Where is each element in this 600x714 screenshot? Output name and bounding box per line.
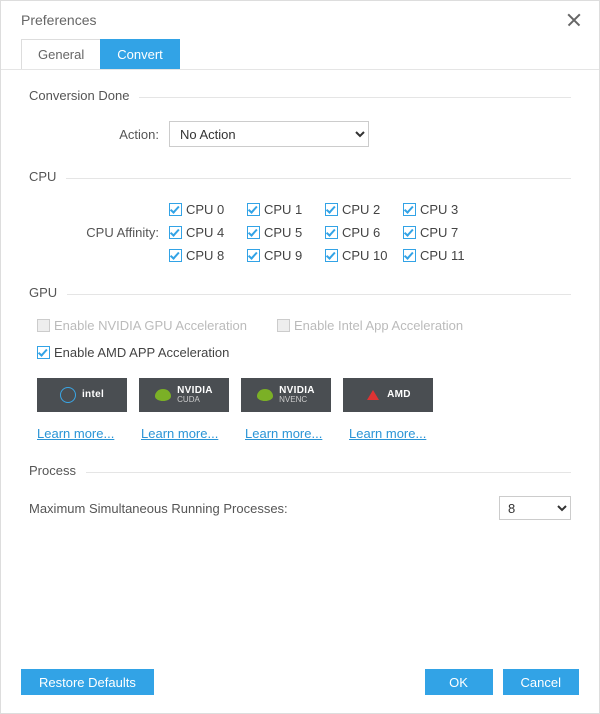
action-label: Action:: [29, 127, 159, 142]
cpu-checkbox-10[interactable]: CPU 10: [325, 248, 403, 263]
footer: Restore Defaults OK Cancel: [1, 657, 599, 713]
close-icon[interactable]: [565, 11, 583, 29]
tab-general[interactable]: General: [21, 39, 101, 69]
divider: [67, 294, 571, 295]
nvidia-accel-checkbox: Enable NVIDIA GPU Acceleration: [37, 318, 247, 333]
check-icon: [169, 226, 182, 239]
badge-intel: intel: [37, 378, 127, 412]
check-icon: [37, 346, 50, 359]
titlebar: Preferences: [1, 1, 599, 39]
check-icon: [403, 249, 416, 262]
cpu-checkbox-0[interactable]: CPU 0: [169, 202, 247, 217]
divider: [86, 472, 571, 473]
cpu-checkbox-9[interactable]: CPU 9: [247, 248, 325, 263]
cpu-checkbox-7[interactable]: CPU 7: [403, 225, 481, 240]
cancel-button[interactable]: Cancel: [503, 669, 579, 695]
divider: [66, 178, 571, 179]
cpu-checkbox-3[interactable]: CPU 3: [403, 202, 481, 217]
check-icon: [247, 203, 260, 216]
amd-accel-checkbox[interactable]: Enable AMD APP Acceleration: [37, 345, 571, 360]
section-title-gpu: GPU: [29, 285, 57, 300]
cpu-checkbox-6[interactable]: CPU 6: [325, 225, 403, 240]
learn-more-nvenc[interactable]: Learn more...: [245, 426, 335, 441]
check-icon: [325, 226, 338, 239]
check-icon: [247, 249, 260, 262]
learn-more-row: Learn more... Learn more... Learn more..…: [37, 426, 571, 441]
action-select[interactable]: No Action: [169, 121, 369, 147]
learn-more-amd[interactable]: Learn more...: [349, 426, 439, 441]
check-icon: [247, 226, 260, 239]
badge-nvidia-nvenc: NVIDIANVENC: [241, 378, 331, 412]
section-title-conversion-done: Conversion Done: [29, 88, 129, 103]
cpu-checkbox-2[interactable]: CPU 2: [325, 202, 403, 217]
section-cpu: CPU CPU 0 CPU 1 CPU 2 CPU 3 CPU Affinity…: [29, 169, 571, 263]
cpu-checkbox-8[interactable]: CPU 8: [169, 248, 247, 263]
learn-more-cuda[interactable]: Learn more...: [141, 426, 231, 441]
cpu-checkbox-5[interactable]: CPU 5: [247, 225, 325, 240]
checkbox-icon: [37, 319, 50, 332]
badge-amd: AMD: [343, 378, 433, 412]
intel-accel-checkbox: Enable Intel App Acceleration: [277, 318, 463, 333]
content: Conversion Done Action: No Action CPU CP…: [1, 70, 599, 657]
nvidia-logo-icon: [257, 387, 273, 403]
check-icon: [403, 226, 416, 239]
max-processes-label: Maximum Simultaneous Running Processes:: [29, 501, 288, 516]
cpu-checkbox-1[interactable]: CPU 1: [247, 202, 325, 217]
max-processes-select[interactable]: 8: [499, 496, 571, 520]
check-icon: [325, 203, 338, 216]
intel-logo-icon: [60, 387, 76, 403]
tab-convert[interactable]: Convert: [100, 39, 180, 69]
section-process: Process Maximum Simultaneous Running Pro…: [29, 463, 571, 520]
checkbox-icon: [277, 319, 290, 332]
section-gpu: GPU Enable NVIDIA GPU Acceleration Enabl…: [29, 285, 571, 441]
check-icon: [169, 203, 182, 216]
cpu-checkbox-11[interactable]: CPU 11: [403, 248, 481, 263]
amd-logo-icon: [365, 387, 381, 403]
learn-more-intel[interactable]: Learn more...: [37, 426, 127, 441]
tab-bar: General Convert: [1, 39, 599, 70]
ok-button[interactable]: OK: [425, 669, 493, 695]
window-title: Preferences: [21, 12, 96, 28]
badge-nvidia-cuda: NVIDIACUDA: [139, 378, 229, 412]
check-icon: [325, 249, 338, 262]
check-icon: [169, 249, 182, 262]
cpu-checkbox-4[interactable]: CPU 4: [169, 225, 247, 240]
check-icon: [403, 203, 416, 216]
section-conversion-done: Conversion Done Action: No Action: [29, 88, 571, 147]
preferences-window: Preferences General Convert Conversion D…: [0, 0, 600, 714]
section-title-process: Process: [29, 463, 76, 478]
restore-defaults-button[interactable]: Restore Defaults: [21, 669, 154, 695]
section-title-cpu: CPU: [29, 169, 56, 184]
divider: [139, 97, 571, 98]
nvidia-logo-icon: [155, 387, 171, 403]
cpu-affinity-grid: CPU 0 CPU 1 CPU 2 CPU 3 CPU Affinity: CP…: [29, 202, 571, 263]
gpu-badge-row: intel NVIDIACUDA NVIDIANVENC AMD: [37, 378, 571, 412]
cpu-affinity-label: CPU Affinity:: [29, 225, 169, 240]
